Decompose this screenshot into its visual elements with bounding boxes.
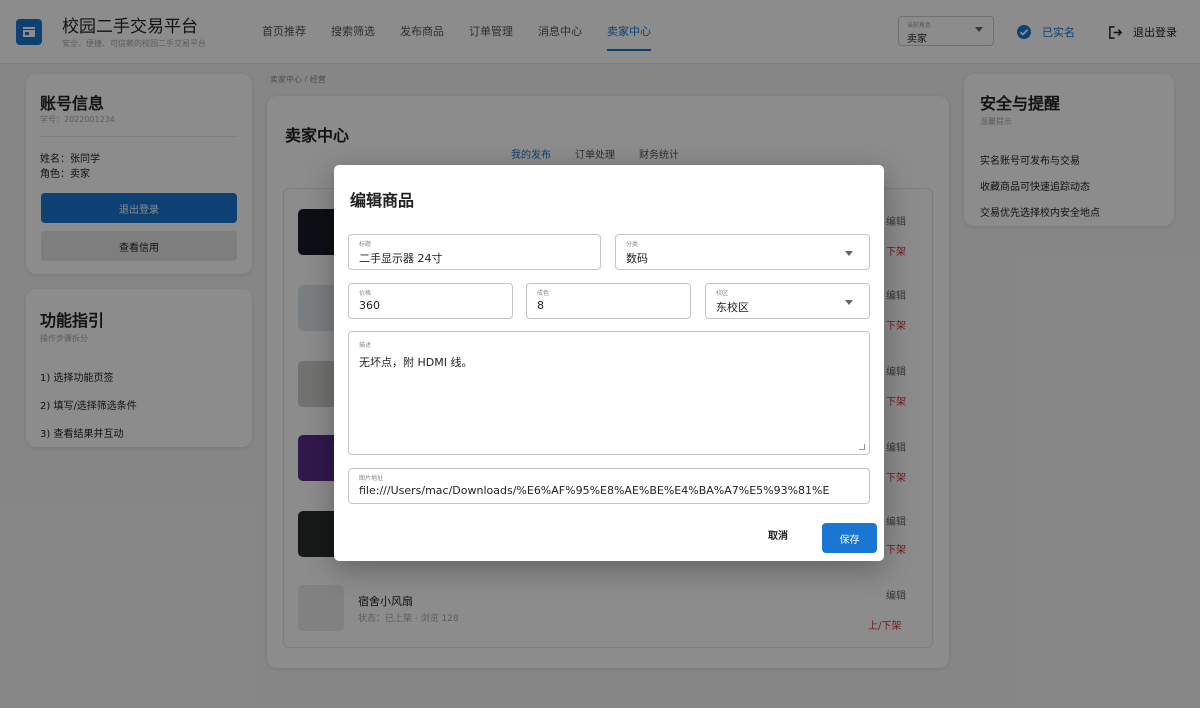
category-select-value: 数码 [626,252,648,265]
campus-select[interactable]: 校区 东校区 [705,283,870,319]
image-url-field[interactable]: 图片地址 file:///Users/mac/Downloads/%E6%AF%… [348,468,870,504]
resize-handle-icon[interactable] [859,444,865,450]
category-select[interactable]: 分类 数码 [615,234,870,270]
condition-field-value: 8 [537,299,544,312]
condition-field-label: 成色 [537,290,550,297]
cancel-button[interactable]: 取消 [768,527,788,542]
image-url-value: file:///Users/mac/Downloads/%E6%AF%95%E8… [359,484,830,497]
title-field-label: 标题 [359,241,372,248]
price-field-label: 价格 [359,290,372,297]
description-value: 无坏点，附 HDMI 线。 [359,356,473,369]
chevron-down-icon [845,300,853,305]
dialog-title: 编辑商品 [350,191,415,210]
campus-select-value: 东校区 [716,301,749,314]
campus-select-label: 校区 [716,290,729,297]
edit-product-dialog: 编辑商品 标题 二手显示器 24寸 分类 数码 价格 360 成色 8 校区 东… [334,165,884,561]
description-label: 描述 [359,342,372,349]
save-button[interactable]: 保存 [822,523,877,553]
condition-field[interactable]: 成色 8 [526,283,691,319]
title-field-value: 二手显示器 24寸 [359,252,443,265]
description-textarea[interactable]: 描述 无坏点，附 HDMI 线。 [348,331,870,455]
price-field-value: 360 [359,299,380,312]
price-field[interactable]: 价格 360 [348,283,513,319]
chevron-down-icon [845,251,853,256]
title-field[interactable]: 标题 二手显示器 24寸 [348,234,601,270]
image-url-label: 图片地址 [359,475,384,482]
category-select-label: 分类 [626,241,639,248]
